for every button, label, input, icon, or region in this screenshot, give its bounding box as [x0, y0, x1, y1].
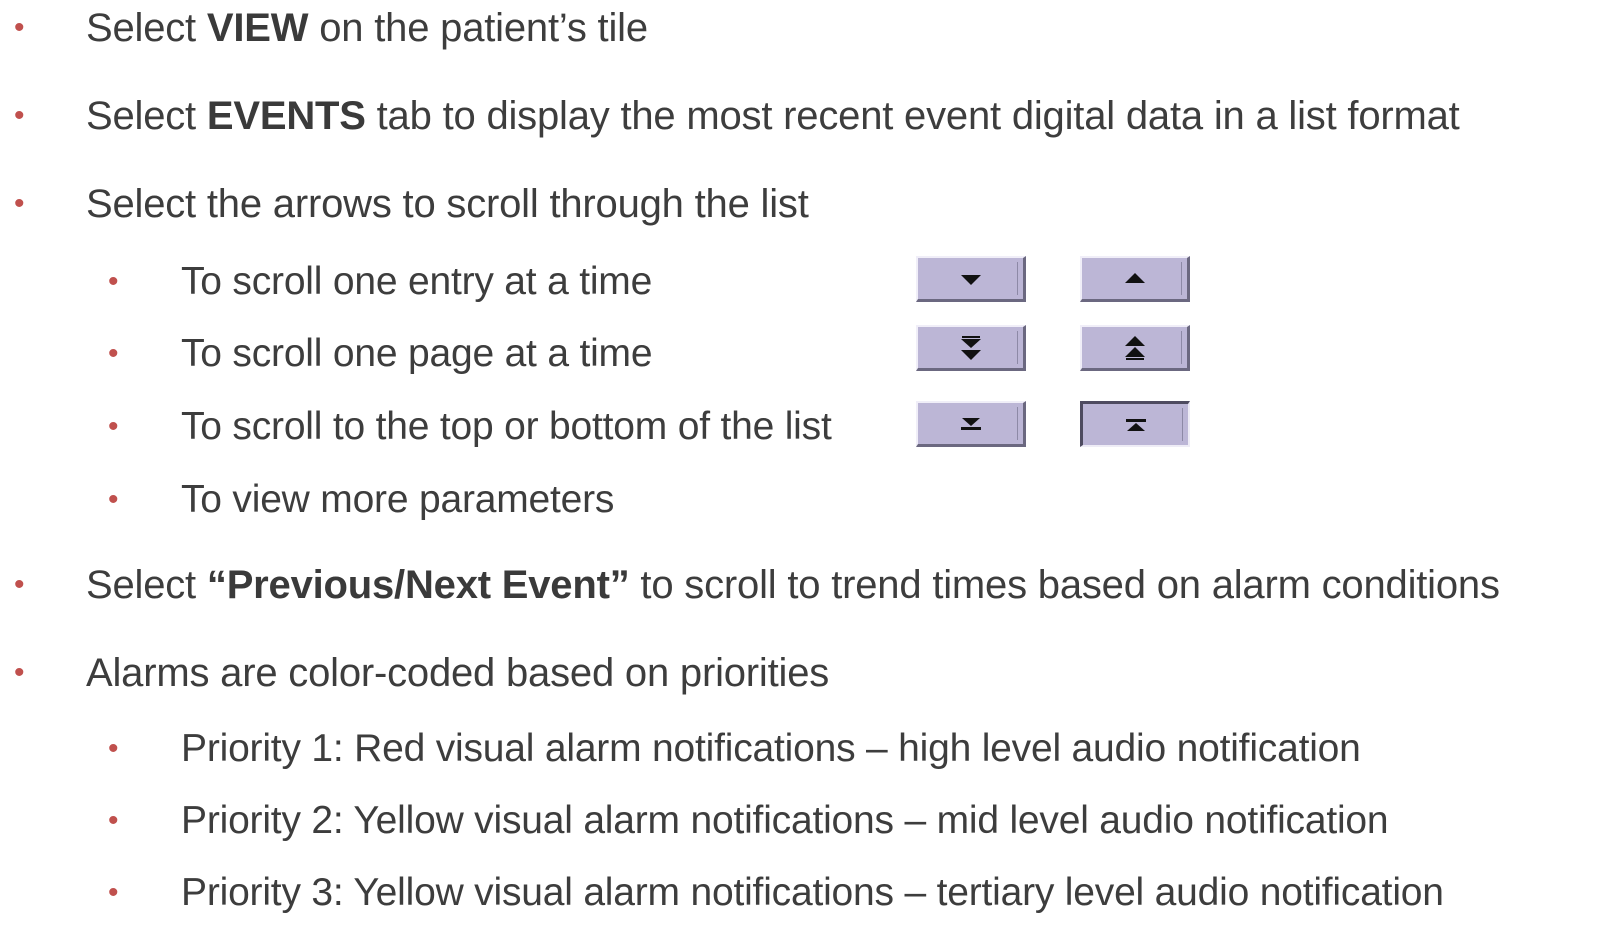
arrow-down-icon: [960, 274, 981, 285]
previous-next-event-keyword: “Previous/Next Event”: [206, 563, 630, 607]
instruction-text: Alarms are color-coded based on prioriti…: [86, 651, 830, 695]
arrow-to-bottom-icon: [960, 417, 981, 430]
double-arrow-down-icon: [960, 335, 981, 360]
instruction-text: Select “Previous/Next Event” to scroll t…: [86, 563, 1500, 607]
sub-bullet-marker: •: [108, 265, 119, 298]
scroll-page-down-button[interactable]: [916, 325, 1026, 371]
sub-instruction-text: To scroll one page at a time: [181, 332, 653, 375]
sub-bullet-marker: •: [108, 483, 119, 516]
sub-bullet-marker: •: [108, 804, 119, 837]
sub-instruction-text: To scroll to the top or bottom of the li…: [181, 405, 832, 448]
sub-bullet-marker: •: [108, 337, 119, 370]
scroll-entry-down-button[interactable]: [916, 256, 1026, 302]
priority-text: Priority 1: Red visual alarm notificatio…: [181, 727, 1361, 770]
bullet-marker: •: [14, 656, 25, 689]
instruction-text: Select VIEW on the patient’s tile: [86, 6, 648, 50]
scroll-top-button[interactable]: [1080, 401, 1190, 447]
sub-instruction-text: To scroll one entry at a time: [181, 260, 653, 303]
bullet-marker: •: [14, 11, 25, 44]
instruction-text: Select EVENTS tab to display the most re…: [86, 94, 1460, 138]
view-keyword: VIEW: [206, 6, 309, 50]
bullet-marker: •: [14, 99, 25, 132]
sub-bullet-marker: •: [108, 732, 119, 765]
bullet-marker: •: [14, 187, 25, 220]
scroll-entry-up-button[interactable]: [1080, 256, 1190, 302]
instruction-text: Select the arrows to scroll through the …: [86, 182, 809, 226]
scroll-page-up-button[interactable]: [1080, 325, 1190, 371]
sub-bullet-marker: •: [108, 410, 119, 443]
scroll-bottom-button[interactable]: [916, 401, 1026, 447]
arrow-to-top-icon: [1125, 418, 1146, 431]
bullet-marker: •: [14, 568, 25, 601]
events-keyword: EVENTS: [206, 94, 366, 138]
priority-text: Priority 3: Yellow visual alarm notifica…: [181, 871, 1444, 914]
sub-instruction-text: To view more parameters: [181, 478, 615, 521]
priority-text: Priority 2: Yellow visual alarm notifica…: [181, 799, 1389, 842]
arrow-up-icon: [1124, 272, 1145, 283]
double-arrow-up-icon: [1124, 335, 1145, 360]
sub-bullet-marker: •: [108, 876, 119, 909]
